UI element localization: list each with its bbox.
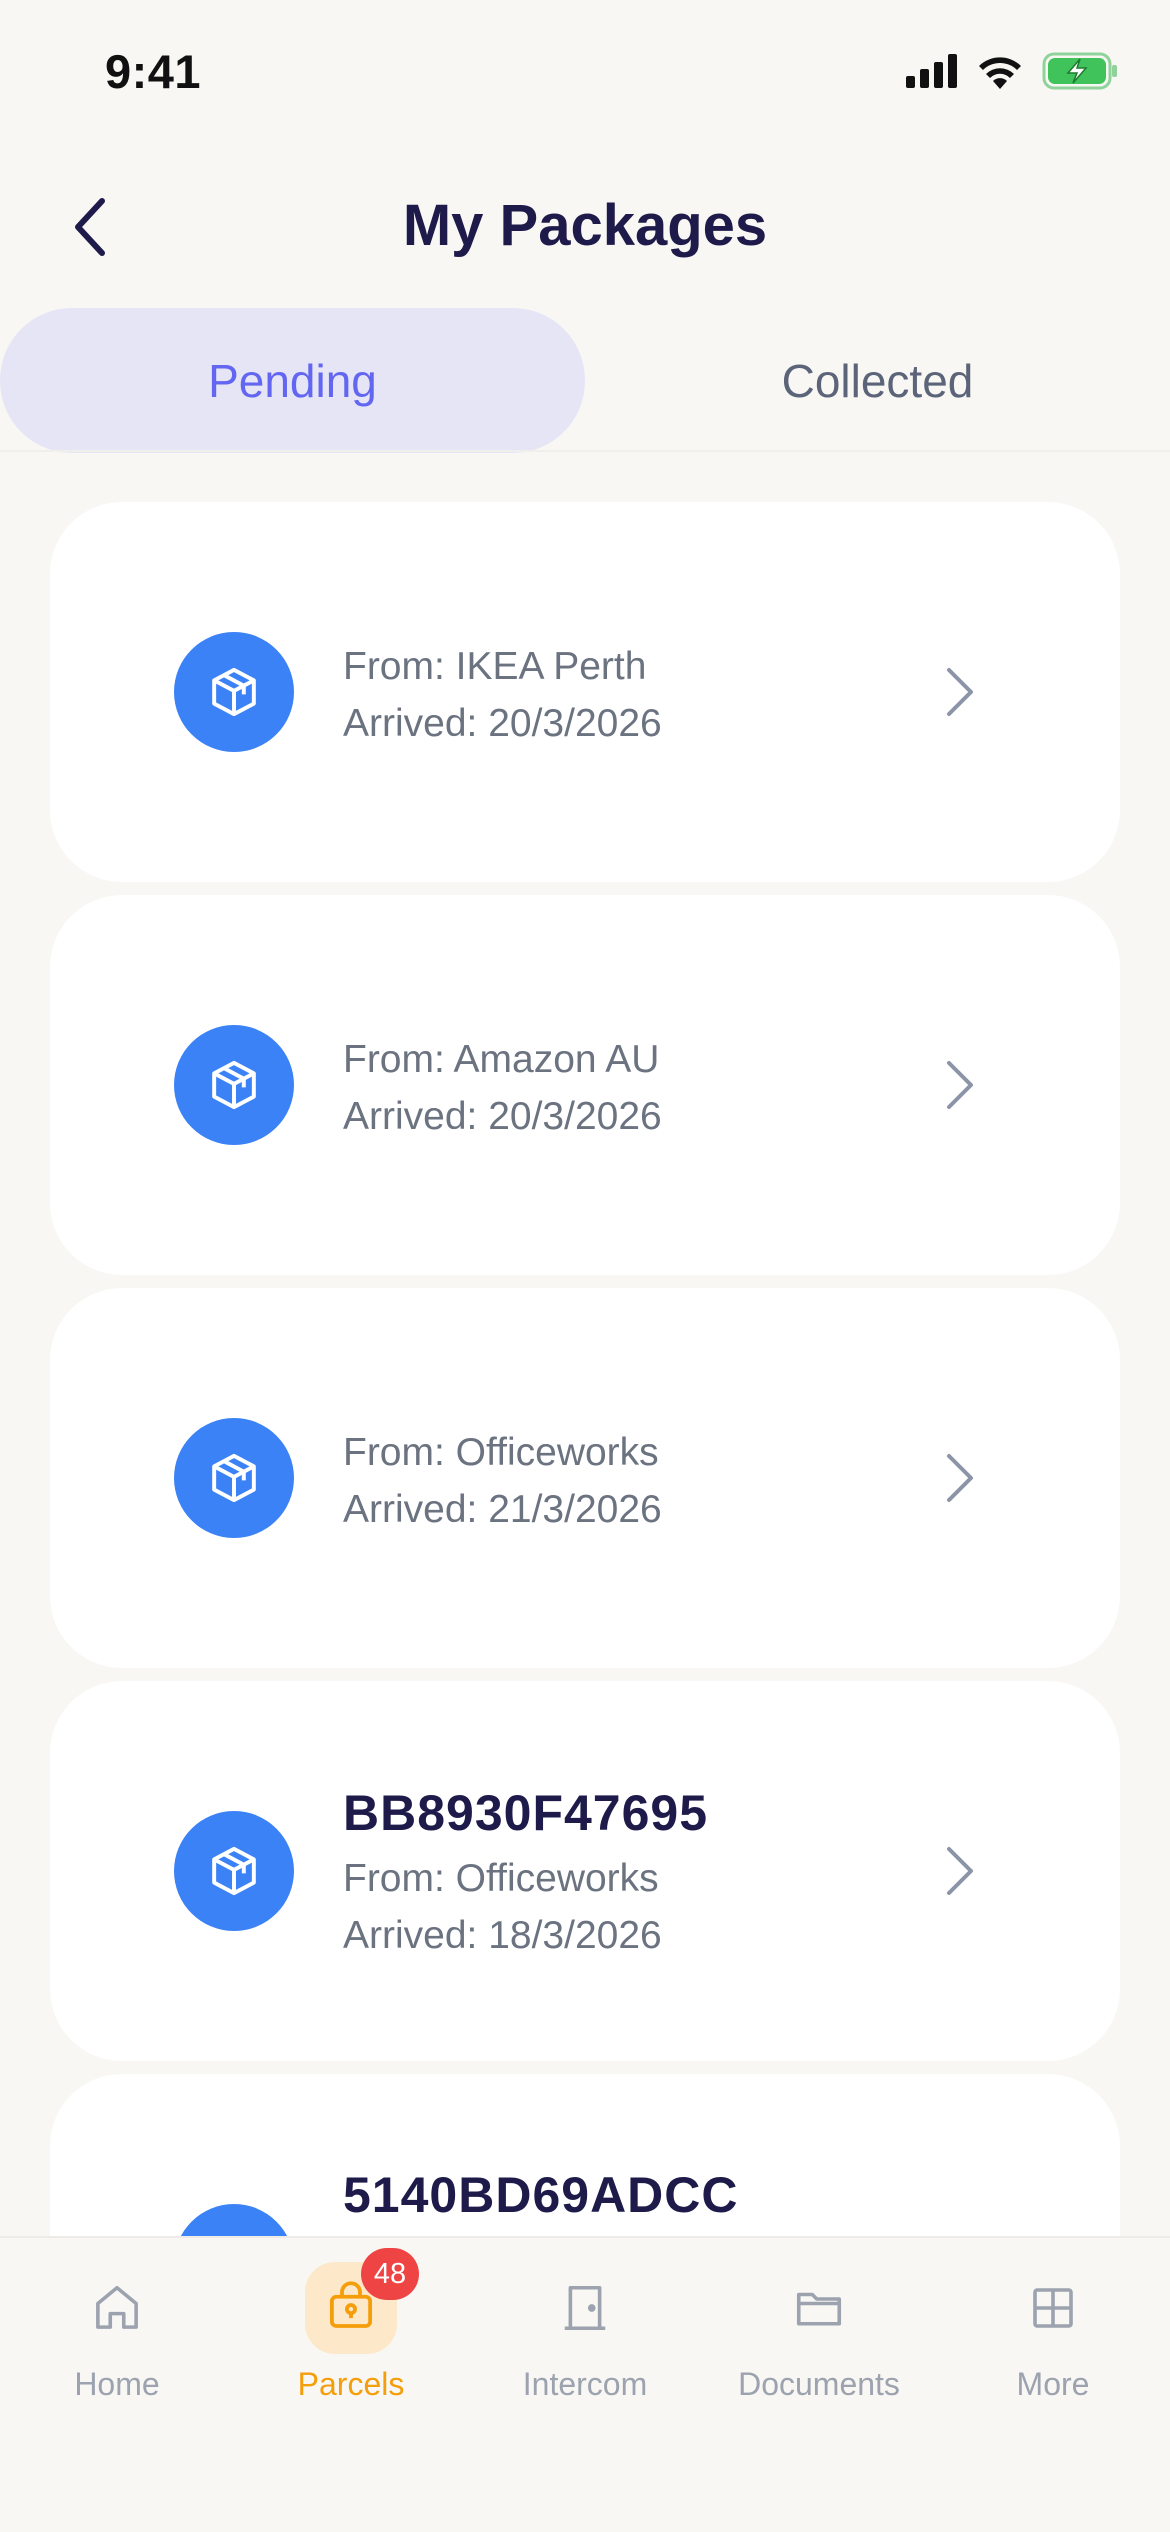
package-card[interactable]: BB8930F47695 From: Officeworks Arrived: … bbox=[50, 1681, 1120, 2061]
screen: 9:41 My Packages Pending Collected From:… bbox=[0, 0, 1170, 2532]
package-card[interactable]: From: Amazon AU Arrived: 20/3/2026 bbox=[50, 895, 1120, 1275]
home-icon bbox=[71, 2262, 163, 2354]
chevron-right-icon bbox=[930, 1841, 990, 1901]
package-box-icon bbox=[174, 632, 294, 752]
package-box-icon bbox=[174, 1811, 294, 1931]
package-box-icon bbox=[174, 1418, 294, 1538]
package-arrival-date: Arrived: 20/3/2026 bbox=[343, 1095, 662, 1138]
package-list: From: IKEA Perth Arrived: 20/3/2026 From… bbox=[50, 502, 1120, 2367]
nav-item-documents[interactable]: Documents bbox=[702, 2262, 936, 2412]
bottom-nav: Home 48 Parcels Intercom Documents More bbox=[0, 2236, 1170, 2532]
nav-label-home: Home bbox=[74, 2366, 160, 2402]
battery-charging-icon bbox=[1042, 52, 1118, 95]
package-details: From: Amazon AU Arrived: 20/3/2026 bbox=[343, 895, 920, 1275]
chevron-right-icon bbox=[930, 1448, 990, 1508]
package-arrival-date: Arrived: 21/3/2026 bbox=[343, 1488, 662, 1531]
nav-label-documents: Documents bbox=[738, 2366, 900, 2402]
package-sender: From: Amazon AU bbox=[343, 1038, 660, 1081]
package-details: 5140BD69ADCC bbox=[343, 2166, 739, 2232]
parcels-count-badge: 48 bbox=[361, 2248, 419, 2300]
divider bbox=[0, 450, 1170, 452]
package-sender: From: Officeworks bbox=[343, 1857, 659, 1900]
tab-collected[interactable]: Collected bbox=[585, 308, 1170, 453]
nav-item-home[interactable]: Home bbox=[0, 2262, 234, 2412]
nav-item-more[interactable]: More bbox=[936, 2262, 1170, 2412]
parcel-locker-icon: 48 bbox=[305, 2248, 419, 2354]
nav-label-parcels: Parcels bbox=[297, 2366, 405, 2402]
chevron-right-icon bbox=[930, 1055, 990, 1115]
nav-label-more: More bbox=[1016, 2366, 1090, 2402]
package-sender: From: Officeworks bbox=[343, 1431, 659, 1474]
status-icons bbox=[906, 52, 1118, 95]
package-details: From: IKEA Perth Arrived: 20/3/2026 bbox=[343, 502, 920, 882]
package-details: BB8930F47695 From: Officeworks Arrived: … bbox=[343, 1681, 920, 2061]
grid-icon bbox=[1007, 2262, 1099, 2354]
wifi-icon bbox=[976, 53, 1024, 94]
package-box-icon bbox=[174, 1025, 294, 1145]
folder-icon bbox=[773, 2262, 865, 2354]
package-sender: From: IKEA Perth bbox=[343, 645, 647, 688]
tab-pending[interactable]: Pending bbox=[0, 308, 585, 453]
status-bar: 9:41 bbox=[0, 0, 1170, 150]
header: My Packages bbox=[0, 170, 1170, 290]
page-title: My Packages bbox=[402, 193, 768, 258]
package-arrival-date: Arrived: 20/3/2026 bbox=[343, 702, 662, 745]
package-tracking-id: BB8930F47695 bbox=[343, 1785, 709, 1841]
cellular-signal-icon bbox=[906, 54, 958, 93]
nav-item-parcels[interactable]: 48 Parcels bbox=[234, 2248, 468, 2412]
package-card[interactable]: From: Officeworks Arrived: 21/3/2026 bbox=[50, 1288, 1120, 1668]
package-card[interactable]: From: IKEA Perth Arrived: 20/3/2026 bbox=[50, 502, 1120, 882]
nav-item-intercom[interactable]: Intercom bbox=[468, 2262, 702, 2412]
chevron-right-icon bbox=[930, 662, 990, 722]
nav-label-intercom: Intercom bbox=[522, 2366, 648, 2402]
tab-bar: Pending Collected bbox=[0, 308, 1170, 453]
package-details: From: Officeworks Arrived: 21/3/2026 bbox=[343, 1288, 920, 1668]
status-time: 9:41 bbox=[105, 45, 202, 98]
package-arrival-date: Arrived: 18/3/2026 bbox=[343, 1914, 662, 1957]
package-tracking-id: 5140BD69ADCC bbox=[343, 2167, 739, 2223]
door-icon bbox=[539, 2262, 631, 2354]
